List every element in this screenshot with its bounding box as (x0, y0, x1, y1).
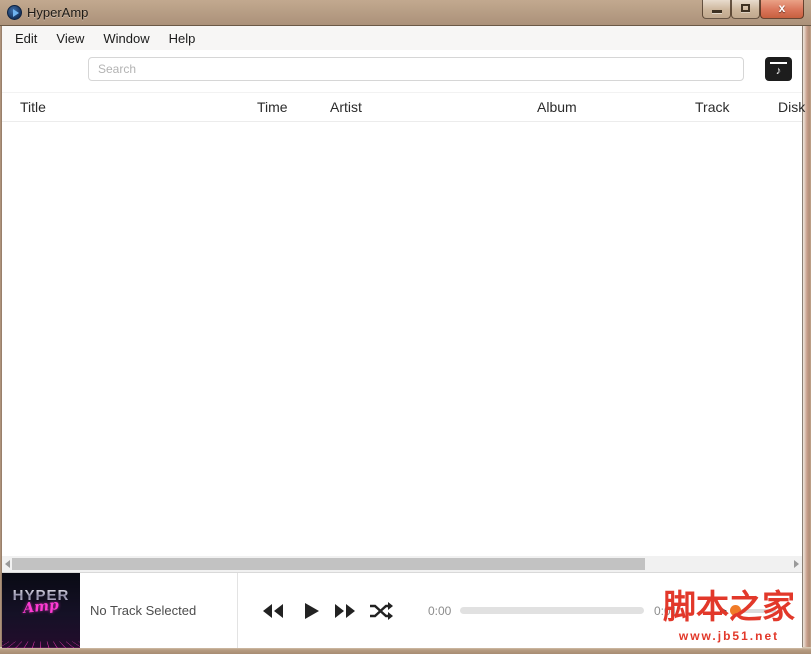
menu-item-window[interactable]: Window (100, 29, 152, 48)
volume-knob[interactable] (730, 605, 741, 616)
album-art: HYPER Amp (2, 573, 80, 648)
window-border-bottom (0, 647, 811, 654)
title-bar: HyperAmp (0, 0, 811, 26)
previous-button[interactable] (262, 600, 284, 622)
column-header-time[interactable]: Time (257, 93, 288, 123)
retro-grid-decoration (2, 641, 80, 648)
minimize-icon (712, 10, 722, 13)
app-icon (7, 5, 22, 20)
duration-time: 0:01 (654, 604, 678, 618)
restore-button[interactable] (731, 0, 760, 19)
player-divider (237, 573, 238, 648)
scrollbar-thumb[interactable] (12, 558, 645, 570)
column-header-album[interactable]: Album (537, 93, 577, 123)
track-list-empty (2, 123, 802, 556)
shuffle-icon (370, 602, 393, 620)
horizontal-scrollbar[interactable] (2, 556, 802, 572)
menu-item-edit[interactable]: Edit (12, 29, 40, 48)
column-header-title[interactable]: Title (20, 93, 46, 123)
import-music-button[interactable]: ♪ (765, 57, 792, 81)
window-title: HyperAmp (27, 5, 89, 20)
player-bar: HYPER Amp No Track Selected 0:00 0:01 (2, 572, 802, 648)
arrow-right-icon (794, 560, 799, 568)
search-row: ♪ (2, 50, 802, 92)
scroll-right-button[interactable] (790, 556, 802, 572)
close-button[interactable]: x (760, 0, 804, 19)
menu-item-view[interactable]: View (53, 29, 87, 48)
column-header-disk[interactable]: Disk (778, 93, 805, 123)
column-header-track[interactable]: Track (695, 93, 729, 123)
menu-item-help[interactable]: Help (166, 29, 199, 48)
close-icon: x (778, 1, 786, 15)
play-icon (305, 603, 319, 619)
elapsed-time: 0:00 (428, 604, 452, 618)
track-table-header: Title Time Artist Album Track Disk (2, 92, 805, 123)
restore-icon (741, 4, 750, 12)
arrow-left-icon (5, 560, 10, 568)
next-button[interactable] (334, 600, 356, 622)
menu-bar: Edit View Window Help (2, 26, 802, 50)
volume-slider[interactable] (716, 603, 778, 619)
previous-icon (263, 604, 283, 618)
search-input[interactable] (88, 57, 744, 81)
shuffle-button[interactable] (369, 600, 393, 622)
now-playing-label: No Track Selected (90, 603, 197, 618)
next-icon (335, 604, 355, 618)
column-header-artist[interactable]: Artist (330, 93, 362, 123)
speaker-icon (720, 607, 727, 615)
music-note-icon: ♪ (775, 65, 782, 77)
minimize-button[interactable] (702, 0, 731, 19)
play-button[interactable] (300, 600, 322, 622)
progress-bar[interactable] (460, 607, 644, 614)
